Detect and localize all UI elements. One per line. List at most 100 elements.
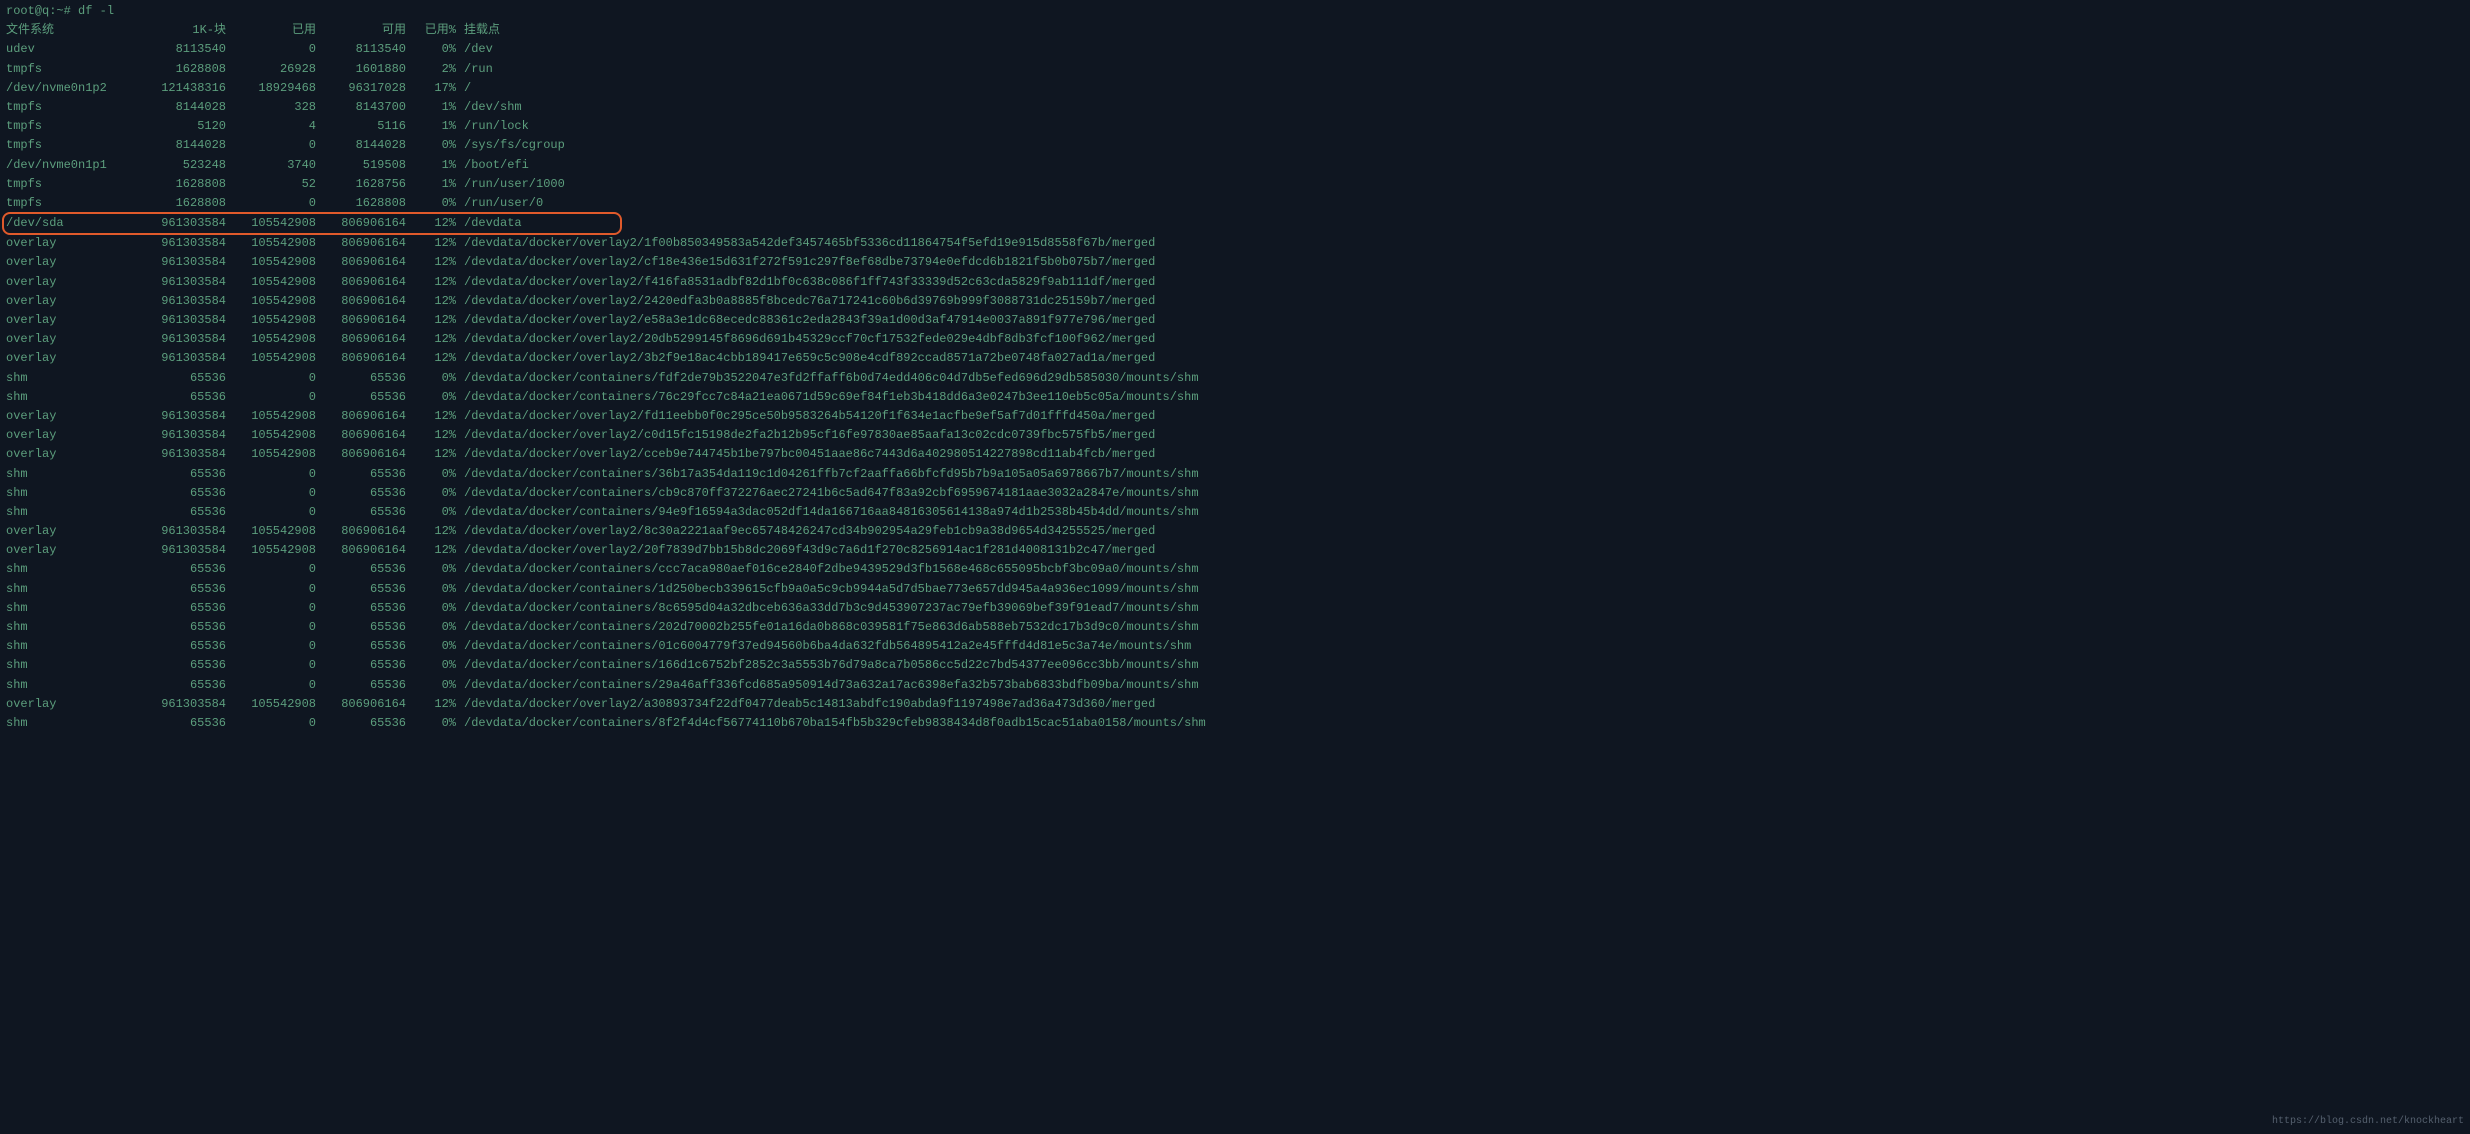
df-row: shm655360655360%/devdata/docker/containe…	[6, 714, 2464, 733]
df-row: overlay96130358410554290880690616412%/de…	[6, 349, 2464, 368]
cell-size: 65536	[136, 637, 226, 656]
cell-usepct: 1%	[406, 117, 456, 136]
cell-size: 961303584	[136, 292, 226, 311]
cell-used: 0	[226, 136, 316, 155]
df-row: shm655360655360%/devdata/docker/containe…	[6, 656, 2464, 675]
cell-usepct: 0%	[406, 369, 456, 388]
cell-used: 0	[226, 618, 316, 637]
cell-used: 105542908	[226, 292, 316, 311]
cell-filesystem: shm	[6, 618, 136, 637]
hdr-usepct: 已用%	[406, 21, 456, 40]
cell-size: 961303584	[136, 541, 226, 560]
cell-size: 1628808	[136, 175, 226, 194]
cell-used: 105542908	[226, 426, 316, 445]
cell-used: 0	[226, 599, 316, 618]
cell-usepct: 0%	[406, 503, 456, 522]
df-row: /dev/nvme0n1p152324837405195081%/boot/ef…	[6, 156, 2464, 175]
cell-filesystem: udev	[6, 40, 136, 59]
cell-used: 0	[226, 484, 316, 503]
cell-mount: /devdata/docker/overlay2/fd11eebb0f0c295…	[456, 407, 1155, 426]
cell-used: 3740	[226, 156, 316, 175]
cell-mount: /devdata/docker/overlay2/20f7839d7bb15b8…	[456, 541, 1155, 560]
cell-filesystem: shm	[6, 656, 136, 675]
df-row: overlay96130358410554290880690616412%/de…	[6, 234, 2464, 253]
shell-prompt[interactable]: root@q:~# df -l	[6, 2, 2464, 21]
df-row: overlay96130358410554290880690616412%/de…	[6, 695, 2464, 714]
cell-mount: /devdata/docker/overlay2/a30893734f22df0…	[456, 695, 1155, 714]
cell-usepct: 0%	[406, 637, 456, 656]
cell-usepct: 1%	[406, 175, 456, 194]
cell-size: 8113540	[136, 40, 226, 59]
df-row: shm655360655360%/devdata/docker/containe…	[6, 465, 2464, 484]
df-row: tmpfs1628808016288080%/run/user/0	[6, 194, 2464, 213]
cell-usepct: 0%	[406, 580, 456, 599]
cell-usepct: 2%	[406, 60, 456, 79]
cell-avail: 65536	[316, 656, 406, 675]
cell-size: 1628808	[136, 194, 226, 213]
cell-filesystem: tmpfs	[6, 194, 136, 213]
cell-used: 105542908	[226, 273, 316, 292]
cell-usepct: 0%	[406, 618, 456, 637]
cell-filesystem: /dev/nvme0n1p2	[6, 79, 136, 98]
df-row: overlay96130358410554290880690616412%/de…	[6, 292, 2464, 311]
df-row: overlay96130358410554290880690616412%/de…	[6, 522, 2464, 541]
cell-used: 26928	[226, 60, 316, 79]
cell-avail: 806906164	[316, 695, 406, 714]
cell-mount: /devdata/docker/containers/36b17a354da11…	[456, 465, 1199, 484]
cell-size: 65536	[136, 599, 226, 618]
cell-used: 105542908	[226, 234, 316, 253]
cell-used: 0	[226, 369, 316, 388]
cell-mount: /devdata/docker/overlay2/20db5299145f869…	[456, 330, 1155, 349]
df-row: udev8113540081135400%/dev	[6, 40, 2464, 59]
cell-avail: 65536	[316, 637, 406, 656]
hdr-used: 已用	[226, 21, 316, 40]
df-header-row: 文件系统 1K-块 已用 可用 已用% 挂载点	[6, 21, 2464, 40]
cell-avail: 8143700	[316, 98, 406, 117]
cell-size: 65536	[136, 369, 226, 388]
hdr-filesystem: 文件系统	[6, 21, 136, 40]
cell-avail: 1628756	[316, 175, 406, 194]
cell-avail: 806906164	[316, 234, 406, 253]
cell-avail: 806906164	[316, 330, 406, 349]
cell-usepct: 0%	[406, 465, 456, 484]
cell-filesystem: tmpfs	[6, 175, 136, 194]
cell-mount: /devdata/docker/containers/8c6595d04a32d…	[456, 599, 1199, 618]
cell-size: 1628808	[136, 60, 226, 79]
cell-size: 65536	[136, 503, 226, 522]
cell-mount: /run	[456, 60, 493, 79]
cell-mount: /devdata/docker/containers/29a46aff336fc…	[456, 676, 1199, 695]
cell-usepct: 12%	[406, 349, 456, 368]
cell-used: 0	[226, 714, 316, 733]
cell-filesystem: overlay	[6, 253, 136, 272]
cell-avail: 65536	[316, 484, 406, 503]
cell-filesystem: tmpfs	[6, 60, 136, 79]
cell-usepct: 12%	[406, 426, 456, 445]
cell-avail: 8113540	[316, 40, 406, 59]
cell-mount: /devdata/docker/overlay2/2420edfa3b0a888…	[456, 292, 1155, 311]
cell-used: 105542908	[226, 541, 316, 560]
cell-size: 961303584	[136, 349, 226, 368]
df-row: shm655360655360%/devdata/docker/containe…	[6, 618, 2464, 637]
df-row: tmpfs16288085216287561%/run/user/1000	[6, 175, 2464, 194]
cell-size: 961303584	[136, 330, 226, 349]
cell-size: 961303584	[136, 445, 226, 464]
cell-mount: /boot/efi	[456, 156, 529, 175]
cell-usepct: 0%	[406, 388, 456, 407]
cell-used: 105542908	[226, 330, 316, 349]
cell-filesystem: overlay	[6, 330, 136, 349]
cell-size: 65536	[136, 560, 226, 579]
cell-used: 105542908	[226, 253, 316, 272]
cell-mount: /run/user/1000	[456, 175, 565, 194]
cell-filesystem: shm	[6, 637, 136, 656]
cell-avail: 65536	[316, 503, 406, 522]
prompt-text: root@q:~# df -l	[6, 4, 114, 18]
cell-filesystem: overlay	[6, 234, 136, 253]
cell-usepct: 0%	[406, 599, 456, 618]
cell-used: 0	[226, 194, 316, 213]
cell-avail: 806906164	[316, 349, 406, 368]
cell-avail: 65536	[316, 618, 406, 637]
cell-usepct: 12%	[406, 214, 456, 233]
cell-filesystem: shm	[6, 560, 136, 579]
cell-avail: 65536	[316, 580, 406, 599]
df-row: shm655360655360%/devdata/docker/containe…	[6, 637, 2464, 656]
